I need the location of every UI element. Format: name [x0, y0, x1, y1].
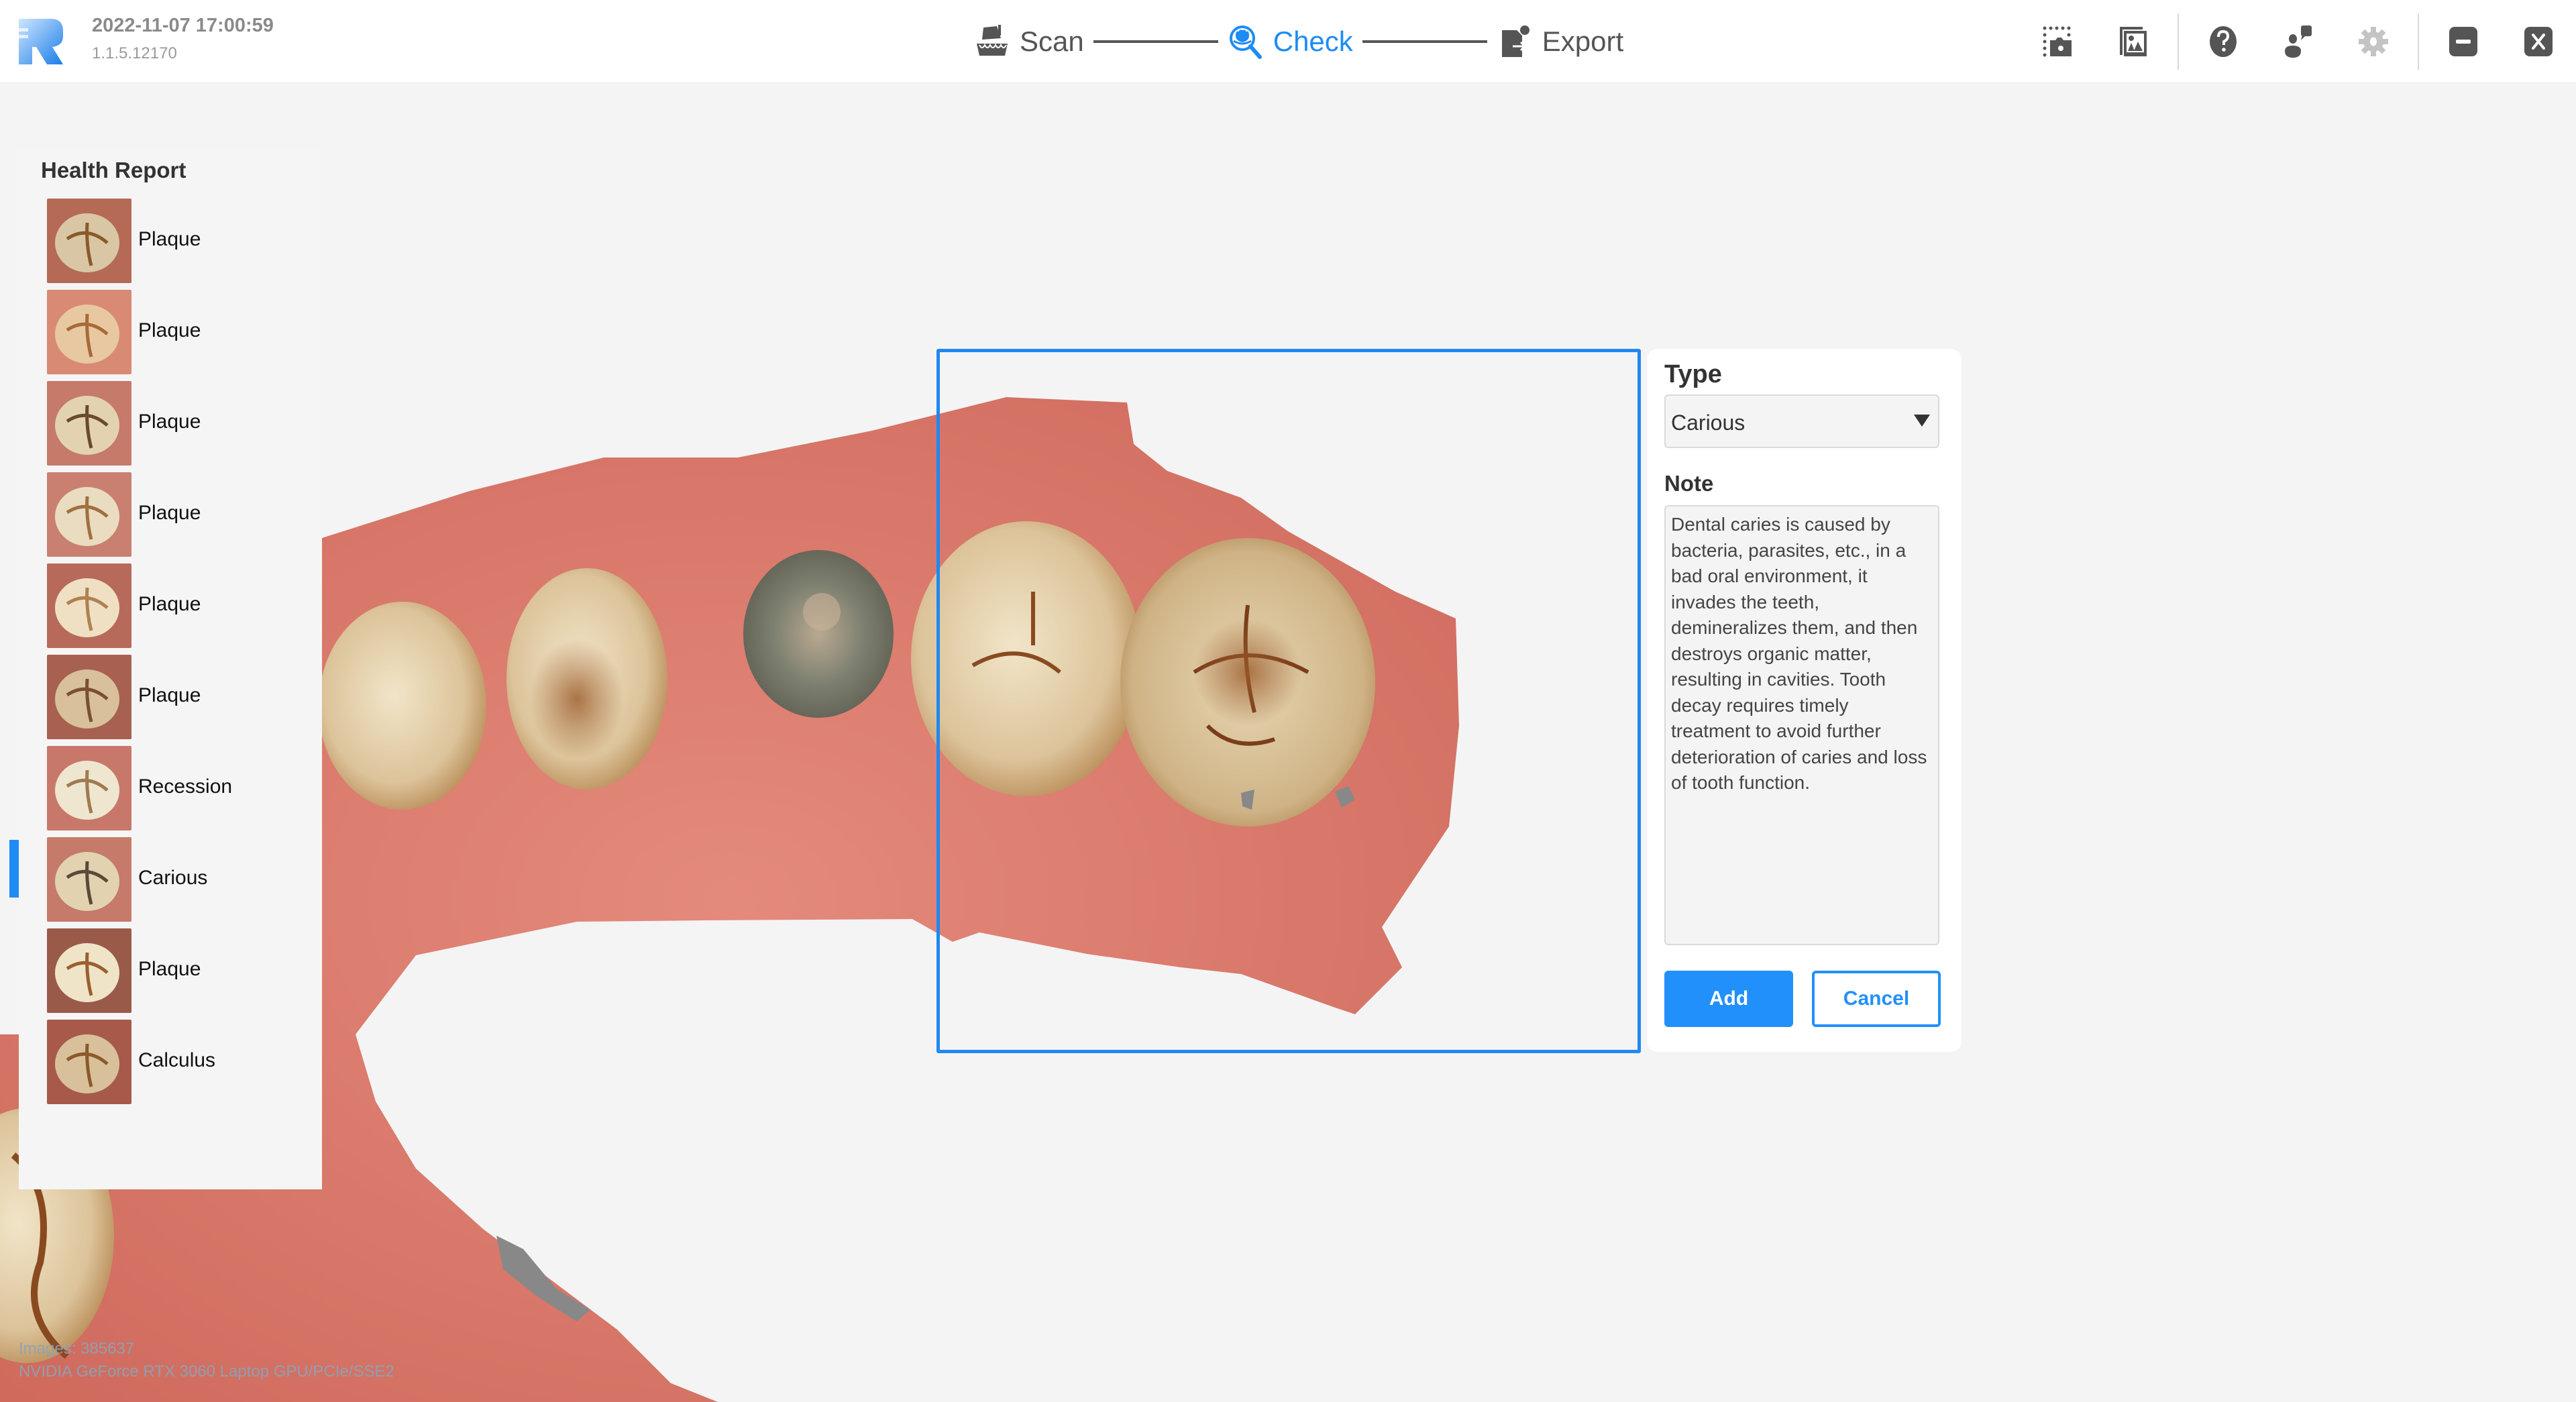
step-export-label: Export: [1542, 25, 1624, 57]
cancel-button[interactable]: Cancel: [1812, 971, 1941, 1027]
feedback-icon: [2285, 25, 2312, 58]
minimize-button[interactable]: [2443, 21, 2483, 62]
add-button[interactable]: Add: [1664, 971, 1793, 1027]
tooth-photo: [47, 290, 131, 374]
screenshot-area-icon: [2043, 26, 2072, 57]
report-item-label: Plaque: [138, 684, 201, 706]
report-item[interactable]: Plaque: [19, 563, 322, 655]
feedback-button[interactable]: [2278, 21, 2318, 62]
report-thumbnail: [47, 1020, 131, 1104]
tooth-photo: [47, 746, 131, 830]
tooth-photo: [47, 655, 131, 739]
minimize-icon: [2449, 27, 2477, 56]
report-item-label: Plaque: [138, 319, 201, 341]
help-icon: [2210, 26, 2237, 57]
report-thumbnail: [47, 563, 131, 648]
report-thumbnail: [47, 837, 131, 922]
health-report-title: Health Report: [41, 158, 186, 182]
report-item-label: Calculus: [138, 1049, 216, 1071]
step-scan[interactable]: Scan: [974, 23, 1084, 60]
images-count: Images: 385637: [19, 1340, 135, 1358]
report-item[interactable]: Carious: [9, 837, 322, 928]
step-check-label: Check: [1273, 25, 1353, 57]
report-thumbnail: [47, 472, 131, 557]
report-item[interactable]: Recession: [19, 746, 322, 837]
workflow-steps: Scan Check Export: [974, 20, 1623, 63]
gallery-icon: [2120, 27, 2147, 56]
tooth-photo: [47, 928, 131, 1013]
report-item-label: Carious: [138, 867, 208, 889]
report-item-label: Recession: [138, 775, 233, 798]
settings-button[interactable]: [2353, 21, 2394, 62]
report-item-label: Plaque: [138, 228, 201, 250]
report-item[interactable]: Calculus: [19, 1020, 322, 1111]
report-thumbnail: [47, 655, 131, 739]
report-thumbnail: [47, 381, 131, 466]
settings-icon: [2359, 27, 2388, 56]
scan-timestamp: 2022-11-07 17:00:59: [92, 15, 274, 36]
type-label: Type: [1664, 360, 1722, 388]
screenshot-area-button[interactable]: [2038, 21, 2078, 62]
health-report-list: Plaque Plaque Plaque Plaque Plaque Plaqu…: [9, 199, 322, 1111]
report-thumbnail: [47, 199, 131, 283]
report-item-label: Plaque: [138, 593, 201, 615]
close-icon: [2524, 27, 2553, 56]
report-item[interactable]: Plaque: [19, 290, 322, 381]
tooth-photo: [47, 381, 131, 466]
scanner-icon: [977, 25, 1008, 56]
step-connector: [1093, 40, 1218, 43]
report-thumbnail: [47, 746, 131, 830]
tooth-photo: [47, 472, 131, 557]
title-bar: 2022-11-07 17:00:59 1.1.5.12170 Scan Che…: [0, 0, 2576, 82]
app-logo-icon: [19, 19, 63, 64]
step-connector: [1362, 40, 1487, 43]
report-thumbnail: [47, 290, 131, 374]
tooth-photo: [47, 563, 131, 648]
tooth-photo: [47, 199, 131, 283]
annotation-form: Type Carious Note Dental caries is cause…: [1647, 349, 1962, 1052]
dental-scan-model[interactable]: [0, 82, 2576, 1402]
chevron-down-icon: [1914, 415, 1930, 427]
step-scan-label: Scan: [1020, 25, 1084, 57]
magnifier-teeth-icon: [1229, 25, 1262, 59]
report-item[interactable]: Plaque: [19, 928, 322, 1020]
toolbar-divider: [2178, 13, 2179, 70]
step-export[interactable]: Export: [1497, 23, 1623, 60]
report-item-label: Plaque: [138, 958, 201, 980]
help-button[interactable]: [2203, 21, 2243, 62]
report-item-label: Plaque: [138, 411, 201, 433]
step-check[interactable]: Check: [1228, 23, 1353, 60]
report-item[interactable]: Plaque: [19, 655, 322, 746]
type-dropdown[interactable]: Carious: [1664, 394, 1939, 448]
close-button[interactable]: [2518, 21, 2559, 62]
app-version: 1.1.5.12170: [92, 44, 177, 62]
tooth-photo: [47, 837, 131, 922]
tooth-photo: [47, 1020, 131, 1104]
report-item[interactable]: Plaque: [19, 472, 322, 563]
note-label: Note: [1664, 471, 1714, 496]
health-report-panel: Health Report Plaque Plaque Plaque Plaqu…: [9, 148, 322, 1189]
note-textarea[interactable]: Dental caries is caused by bacteria, par…: [1664, 505, 1939, 945]
gpu-info: NVIDIA GeForce RTX 3060 Laptop GPU/PCIe/…: [19, 1362, 394, 1381]
report-item-label: Plaque: [138, 502, 201, 524]
toolbar-divider: [2418, 13, 2419, 70]
report-item[interactable]: Plaque: [19, 381, 322, 472]
report-thumbnail: [47, 928, 131, 1013]
selected-indicator: [9, 840, 19, 898]
export-file-icon: [1501, 25, 1529, 57]
render-info: Images: 385637 NVIDIA GeForce RTX 3060 L…: [19, 1338, 394, 1383]
report-item[interactable]: Plaque: [19, 199, 322, 290]
gallery-button[interactable]: [2113, 21, 2153, 62]
3d-viewport[interactable]: Images: 385637 NVIDIA GeForce RTX 3060 L…: [0, 82, 2576, 1402]
window-toolbar: [2021, 13, 2576, 70]
type-dropdown-value: Carious: [1671, 411, 1746, 435]
